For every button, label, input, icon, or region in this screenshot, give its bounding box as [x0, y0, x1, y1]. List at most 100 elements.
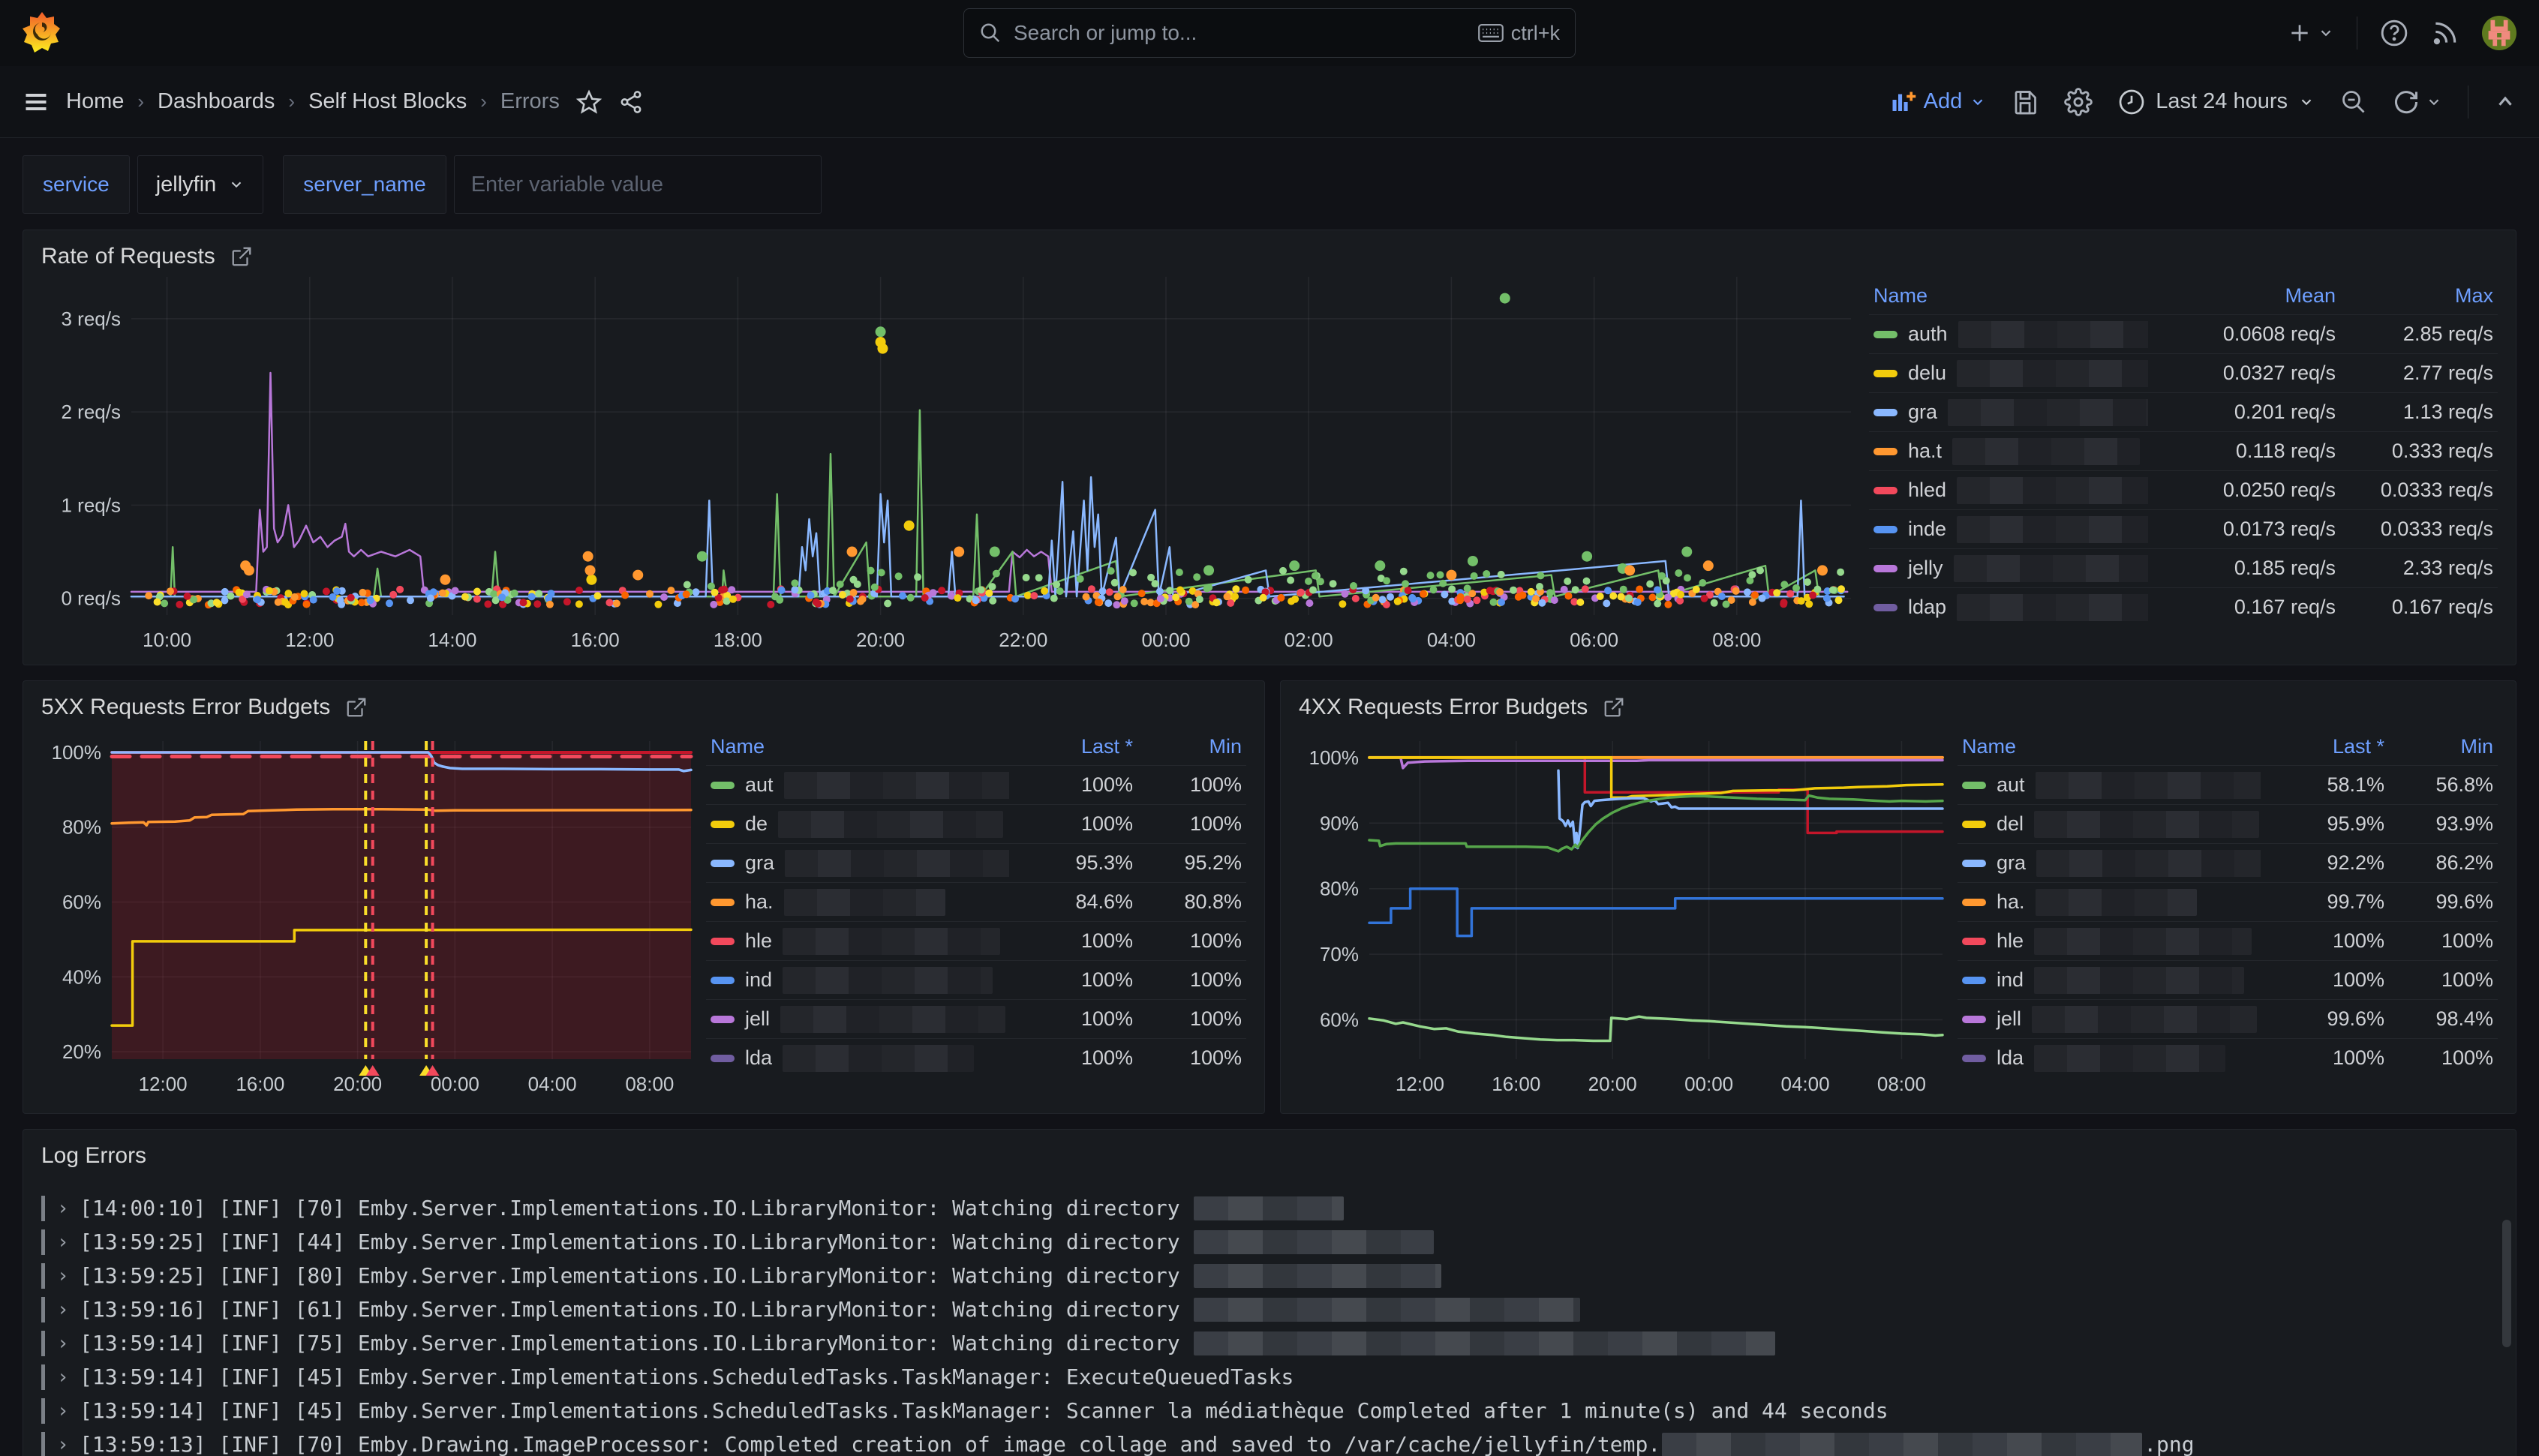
panel-title[interactable]: 5XX Requests Error Budgets — [41, 695, 330, 720]
expand-chevron-icon[interactable]: › — [57, 1366, 80, 1388]
legend-row[interactable]: aut100%100% — [706, 765, 1246, 804]
log-row[interactable]: ›[13:59:25] [INF] [80] Emby.Server.Imple… — [41, 1259, 2498, 1292]
breadcrumb-separator: › — [288, 90, 295, 113]
legend-row[interactable]: ha.t0.118 req/s0.333 req/s — [1869, 431, 2498, 470]
timeseries-chart-5xx[interactable]: 12:0016:0020:0000:0004:0008:0020%40%60%8… — [31, 723, 700, 1107]
refresh-button[interactable] — [2393, 89, 2442, 116]
legend-value: 95.9% — [2261, 812, 2384, 836]
log-level-bar — [41, 1331, 45, 1356]
legend-column-name[interactable]: Name — [711, 735, 1009, 758]
legend-value: 99.6% — [2384, 890, 2493, 914]
breadcrumb-separator: › — [480, 90, 487, 113]
panel-title[interactable]: Rate of Requests — [41, 244, 215, 269]
save-dashboard-button[interactable] — [2012, 89, 2039, 116]
expand-chevron-icon[interactable]: › — [57, 1400, 80, 1422]
legend-row[interactable]: gra95.3%95.2% — [706, 843, 1246, 882]
legend-row[interactable]: jell99.6%98.4% — [1958, 999, 2498, 1038]
legend-row[interactable]: gra92.2%86.2% — [1958, 843, 2498, 882]
legend-row[interactable]: ldap0.167 req/s0.167 req/s — [1869, 587, 2498, 626]
svg-text:20:00: 20:00 — [333, 1073, 382, 1095]
panel-title[interactable]: Log Errors — [41, 1143, 146, 1169]
breadcrumb-dashboards[interactable]: Dashboards — [158, 89, 275, 114]
breadcrumb-folder[interactable]: Self Host Blocks — [308, 89, 467, 114]
breadcrumb-home[interactable]: Home — [66, 89, 124, 114]
panel-title[interactable]: 4XX Requests Error Budgets — [1299, 695, 1588, 720]
expand-chevron-icon[interactable]: › — [57, 1265, 80, 1287]
legend-row[interactable]: jell100%100% — [706, 999, 1246, 1038]
legend-row[interactable]: ind100%100% — [706, 960, 1246, 999]
share-button[interactable] — [618, 89, 644, 115]
expand-chevron-icon[interactable]: › — [57, 1298, 80, 1321]
expand-chevron-icon[interactable]: › — [57, 1231, 80, 1253]
kiosk-toggle-button[interactable] — [2494, 91, 2516, 113]
variable-select-service[interactable]: jellyfin — [137, 155, 264, 214]
log-row[interactable]: ›[13:59:16] [INF] [61] Emby.Server.Imple… — [41, 1292, 2498, 1326]
log-row[interactable]: ›[13:59:13] [INF] [70] Emby.Drawing.Imag… — [41, 1427, 2498, 1456]
log-row[interactable]: ›[13:59:14] [INF] [75] Emby.Server.Imple… — [41, 1326, 2498, 1360]
legend-value: 100% — [1133, 773, 1242, 797]
legend-row[interactable]: hle100%100% — [1958, 921, 2498, 960]
legend-value: 2.85 req/s — [2336, 323, 2493, 346]
legend-row[interactable]: de100%100% — [706, 804, 1246, 843]
variable-input-server-name[interactable] — [454, 155, 822, 214]
legend-row[interactable]: del95.9%93.9% — [1958, 804, 2498, 843]
search-input[interactable]: Search or jump to... ctrl+k — [963, 8, 1576, 58]
legend-row[interactable]: auth0.0608 req/s2.85 req/s — [1869, 314, 2498, 353]
new-button[interactable] — [2288, 21, 2334, 45]
legend-row[interactable]: lda100%100% — [1958, 1038, 2498, 1077]
external-link-icon[interactable] — [345, 696, 368, 719]
legend-row[interactable]: ha.99.7%99.6% — [1958, 882, 2498, 921]
avatar[interactable] — [2482, 16, 2516, 50]
legend-value: 0.0327 req/s — [2148, 362, 2336, 385]
news-button[interactable] — [2431, 19, 2459, 47]
help-button[interactable] — [2380, 19, 2408, 47]
legend-row[interactable]: aut58.1%56.8% — [1958, 765, 2498, 804]
legend-row[interactable]: jelly0.185 req/s2.33 req/s — [1869, 548, 2498, 587]
legend-column-max[interactable]: Max — [2336, 284, 2493, 308]
legend-row[interactable]: inde0.0173 req/s0.0333 req/s — [1869, 509, 2498, 548]
legend-row[interactable]: ha.84.6%80.8% — [706, 882, 1246, 921]
expand-chevron-icon[interactable]: › — [57, 1332, 80, 1355]
redacted-name — [1957, 594, 2148, 621]
legend-value: 0.0333 req/s — [2336, 518, 2493, 541]
time-range-picker[interactable]: Last 24 hours — [2118, 89, 2315, 116]
legend-row[interactable]: gra0.201 req/s1.13 req/s — [1869, 392, 2498, 431]
external-link-icon[interactable] — [1603, 696, 1625, 719]
dashboard-settings-button[interactable] — [2064, 88, 2093, 116]
log-row[interactable]: ›[14:00:10] [INF] [70] Emby.Server.Imple… — [41, 1191, 2498, 1225]
rss-icon — [2431, 19, 2459, 47]
expand-chevron-icon[interactable]: › — [57, 1433, 80, 1456]
timeseries-chart-4xx[interactable]: 12:0016:0020:0000:0004:0008:0060%70%80%9… — [1288, 723, 1952, 1107]
log-row[interactable]: ›[13:59:25] [INF] [44] Emby.Server.Imple… — [41, 1225, 2498, 1259]
redacted-text — [1194, 1196, 1344, 1220]
svg-text:06:00: 06:00 — [1570, 629, 1618, 651]
legend-row[interactable]: hled0.0250 req/s0.0333 req/s — [1869, 470, 2498, 509]
svg-text:60%: 60% — [1320, 1009, 1359, 1031]
mega-menu-toggle[interactable] — [23, 89, 50, 116]
external-link-icon[interactable] — [230, 245, 253, 268]
scrollbar-thumb[interactable] — [2502, 1220, 2511, 1347]
hamburger-icon — [23, 89, 50, 116]
legend-column-name[interactable]: Name — [1962, 735, 2261, 758]
zoom-out-time-button[interactable] — [2340, 89, 2367, 116]
legend-table-5xx: NameLast *Min aut100%100%de100%100%gra95.… — [700, 723, 1257, 1107]
grafana-logo[interactable] — [23, 11, 62, 56]
legend-value: 100% — [1133, 812, 1242, 836]
favorite-button[interactable] — [576, 89, 602, 115]
legend-column-min[interactable]: Min — [2384, 735, 2493, 758]
series-name: ha.t — [1908, 440, 1942, 463]
expand-chevron-icon[interactable]: › — [57, 1197, 80, 1220]
legend-row[interactable]: lda100%100% — [706, 1038, 1246, 1077]
timeseries-chart-rate[interactable]: 10:0012:0014:0016:0018:0020:0022:0000:00… — [31, 272, 1863, 659]
log-row[interactable]: ›[13:59:14] [INF] [45] Emby.Server.Imple… — [41, 1360, 2498, 1394]
log-row[interactable]: ›[13:59:14] [INF] [45] Emby.Server.Imple… — [41, 1394, 2498, 1427]
add-panel-button[interactable]: Add — [1889, 89, 1987, 116]
legend-row[interactable]: delu0.0327 req/s2.77 req/s — [1869, 353, 2498, 392]
legend-row[interactable]: ind100%100% — [1958, 960, 2498, 999]
legend-column-mean[interactable]: Mean — [2148, 284, 2336, 308]
legend-column-name[interactable]: Name — [1873, 284, 2148, 308]
legend-row[interactable]: hle100%100% — [706, 921, 1246, 960]
legend-column-min[interactable]: Min — [1133, 735, 1242, 758]
legend-column-last[interactable]: Last * — [1009, 735, 1133, 758]
legend-column-last[interactable]: Last * — [2261, 735, 2384, 758]
